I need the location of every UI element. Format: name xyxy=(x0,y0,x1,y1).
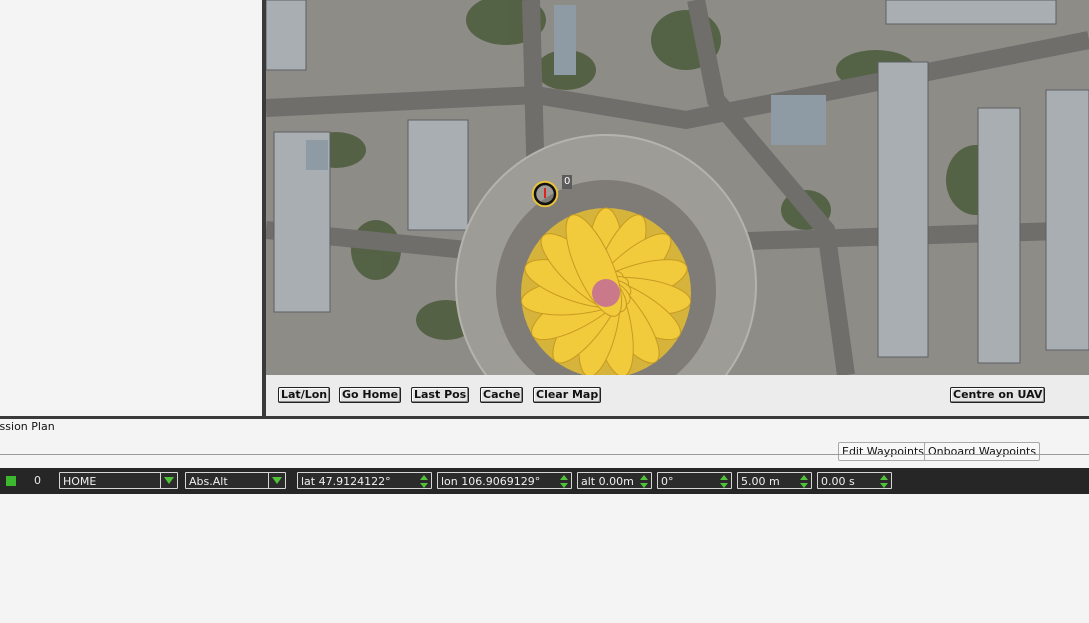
command-value: HOME xyxy=(63,475,97,488)
radius-value: 5.00 m xyxy=(741,475,780,488)
waypoint-index: 0 xyxy=(34,474,41,487)
delay-value: 0.00 s xyxy=(821,475,855,488)
longitude-spinbox[interactable]: lon 106.9069129° xyxy=(437,472,572,489)
chevron-down-icon[interactable] xyxy=(268,473,285,488)
altitude-spinbox[interactable]: alt 0.00m xyxy=(577,472,652,489)
altitude-mode-select[interactable]: Abs.Alt xyxy=(185,472,286,489)
longitude-value: lon 106.9069129° xyxy=(441,475,541,488)
satellite-imagery xyxy=(266,0,1089,375)
centre-on-uav-button[interactable]: Centre on UAV xyxy=(950,387,1046,403)
horizontal-splitter[interactable] xyxy=(0,416,1089,419)
altitude-value: alt 0.00m xyxy=(581,475,634,488)
radius-spinbox[interactable]: 5.00 m xyxy=(737,472,812,489)
heading-value: 0° xyxy=(661,475,674,488)
spinner-arrows-icon[interactable] xyxy=(720,475,728,488)
spinner-arrows-icon[interactable] xyxy=(640,475,648,488)
latitude-value: lat 47.9124122° xyxy=(301,475,391,488)
spinner-arrows-icon[interactable] xyxy=(880,475,888,488)
onboard-waypoints-button[interactable]: Onboard Waypoints xyxy=(924,442,1041,461)
altitude-mode-value: Abs.Alt xyxy=(189,475,228,488)
waypoint-status-indicator[interactable] xyxy=(6,476,16,486)
go-home-button[interactable]: Go Home xyxy=(339,387,402,403)
chevron-down-icon[interactable] xyxy=(160,473,177,488)
spinner-arrows-icon[interactable] xyxy=(560,475,568,488)
spinner-arrows-icon[interactable] xyxy=(800,475,808,488)
clear-map-button[interactable]: Clear Map xyxy=(533,387,602,403)
latlon-button[interactable]: Lat/Lon xyxy=(278,387,331,403)
left-panel xyxy=(0,0,262,416)
delay-spinbox[interactable]: 0.00 s xyxy=(817,472,892,489)
command-select[interactable]: HOME xyxy=(59,472,178,489)
last-pos-button[interactable]: Last Pos xyxy=(411,387,470,403)
waypoint-row: 0 HOME Abs.Alt lat 47.9124122° lon 106.9… xyxy=(0,468,1089,494)
tab-mission-plan[interactable]: Mission Plan xyxy=(0,420,60,434)
edit-waypoints-button[interactable]: Edit Waypoints xyxy=(838,442,929,461)
toolbar-divider xyxy=(0,454,1089,455)
spinner-arrows-icon[interactable] xyxy=(420,475,428,488)
map-panel: 0 Lat/Lon Go Home Last Pos Cache Clear M… xyxy=(266,0,1089,416)
latitude-spinbox[interactable]: lat 47.9124122° xyxy=(297,472,432,489)
cache-button[interactable]: Cache xyxy=(480,387,524,403)
tab-mission-plan-label: Mission Plan xyxy=(0,420,55,433)
waypoint-marker-label: 0 xyxy=(562,175,573,189)
heading-spinbox[interactable]: 0° xyxy=(657,472,732,489)
satellite-map[interactable] xyxy=(266,0,1089,375)
